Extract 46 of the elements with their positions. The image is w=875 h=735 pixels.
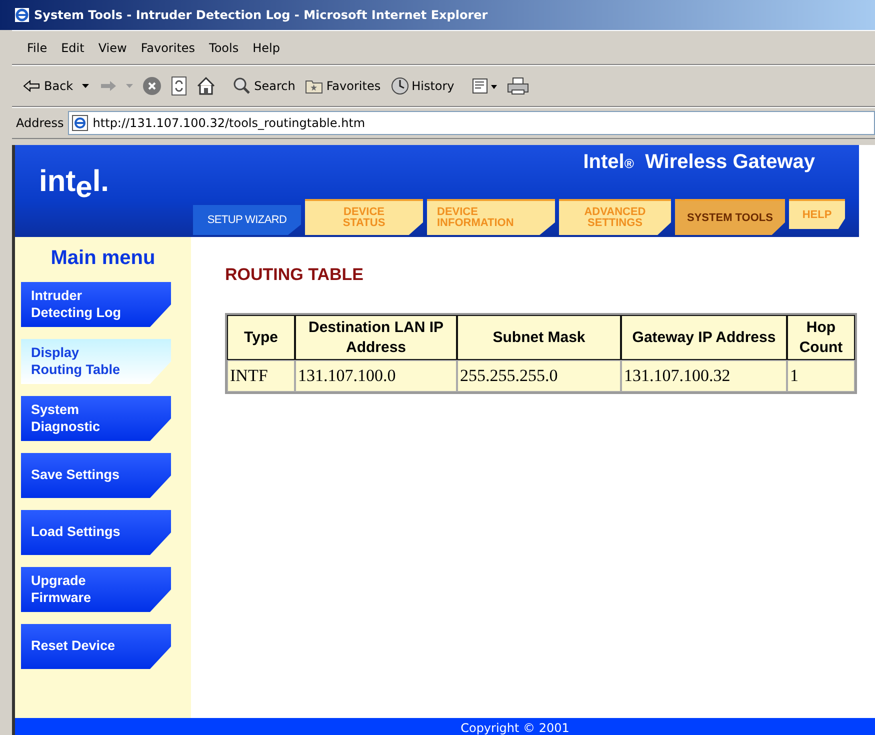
menu-item[interactable]: Help	[246, 38, 287, 56]
section-heading: ROUTING TABLE	[225, 265, 365, 285]
page-icon	[72, 115, 88, 131]
table-cell: 255.255.255.0	[457, 360, 621, 392]
sidebar-item[interactable]: Upgrade Firmware	[21, 567, 171, 612]
column-header: Destination LAN IP Address	[295, 315, 457, 360]
sidebar-item[interactable]: Display Routing Table	[21, 339, 171, 384]
address-label: Address	[16, 116, 64, 130]
table-cell: 1	[787, 360, 855, 392]
search-icon	[233, 77, 252, 95]
sidebar-item[interactable]: Intruder Detecting Log	[21, 282, 171, 327]
sidebar-item[interactable]: System Diagnostic	[21, 396, 171, 441]
column-header: Type	[227, 315, 295, 360]
column-header: Subnet Mask	[457, 315, 621, 360]
table-cell: 131.107.100.32	[621, 360, 787, 392]
browser-icon	[14, 7, 30, 23]
clock-icon	[390, 77, 409, 95]
column-header: Hop Count	[787, 315, 855, 360]
back-arrow-icon	[23, 80, 41, 92]
menu-item[interactable]: Edit	[54, 38, 92, 56]
forward-arrow-icon	[99, 80, 118, 92]
sidebar-item[interactable]: Reset Device	[21, 624, 171, 669]
table-cell: 131.107.100.0	[295, 360, 457, 392]
nav-tab[interactable]: SETUP WIZARD	[193, 205, 301, 235]
address-field[interactable]: http://131.107.100.32/tools_routingtable.htm	[68, 111, 875, 135]
menu-item[interactable]: File	[20, 38, 54, 56]
history-button[interactable]: History	[388, 75, 458, 97]
column-header: Gateway IP Address	[621, 315, 787, 360]
window-title: System Tools - Intruder Detection Log - Microsoft Internet Explorer	[34, 8, 488, 22]
sidebar-item[interactable]: Save Settings	[21, 453, 171, 498]
printer-icon[interactable]	[505, 77, 532, 95]
copyright-text: Copyright © 2001	[460, 721, 570, 735]
menu-item[interactable]: Tools	[202, 38, 246, 56]
back-button[interactable]: Back	[20, 77, 92, 95]
menu-item[interactable]: Favorites	[134, 38, 202, 56]
search-button[interactable]: Search	[230, 75, 298, 97]
star-folder-icon	[305, 78, 324, 94]
nav-tab[interactable]: SYSTEM TOOLS	[675, 199, 785, 235]
brand-title: Intel® Wireless Gateway	[583, 151, 815, 174]
table-cell: INTF	[227, 360, 295, 392]
sidebar-title: Main menu	[50, 247, 156, 270]
caret-icon[interactable]	[82, 84, 90, 88]
sidebar-item[interactable]: Load Settings	[21, 510, 171, 555]
intel-logo: intel.	[39, 165, 110, 199]
favorites-button[interactable]: Favorites	[302, 76, 384, 96]
menu-item[interactable]: View	[91, 38, 134, 56]
